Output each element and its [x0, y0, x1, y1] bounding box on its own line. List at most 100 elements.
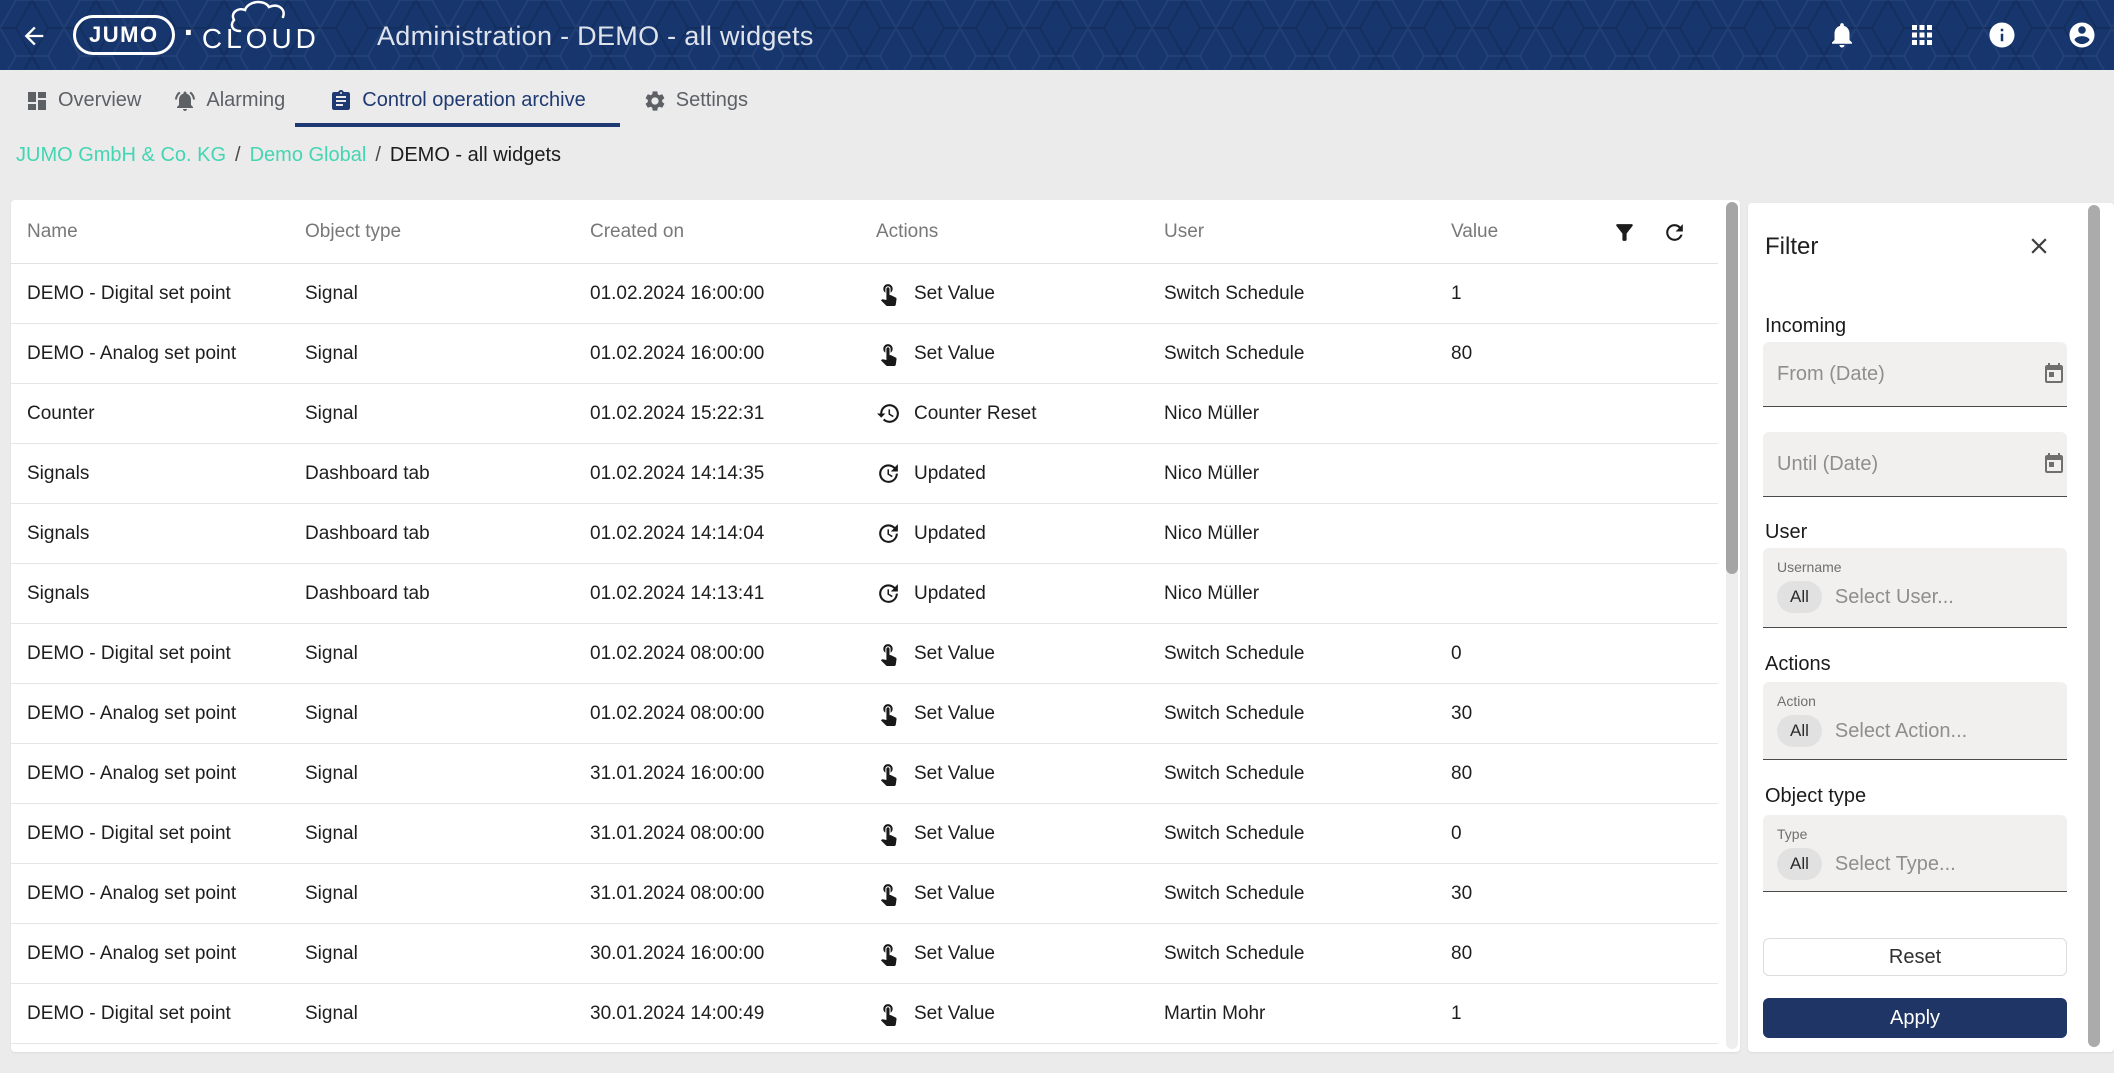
tab-label: Overview — [58, 89, 142, 111]
until-date-input[interactable] — [1777, 452, 2042, 476]
cell-object-type: Dashboard tab — [305, 462, 430, 484]
touch-action-icon — [876, 341, 901, 366]
select-type-input[interactable] — [1834, 852, 2053, 876]
cell-name: Signals — [27, 582, 90, 604]
cell-action: Updated — [876, 461, 1164, 486]
cell-value: 80 — [1451, 762, 1473, 784]
panel-scrollbar-thumb[interactable] — [2088, 205, 2100, 1047]
touch-action-icon — [876, 1001, 901, 1026]
cell-object-type: Signal — [305, 822, 358, 844]
action-label: Set Value — [914, 282, 995, 304]
table-scrollbar-thumb[interactable] — [1726, 202, 1738, 574]
jumo-cloud-logo: JUMO · CLOUD — [73, 0, 320, 70]
breadcrumb-link-company[interactable]: JUMO GmbH & Co. KG — [16, 144, 226, 167]
history-action-icon — [876, 401, 901, 426]
apps-grid-icon[interactable] — [1907, 20, 1937, 50]
back-icon[interactable] — [20, 22, 48, 50]
section-label-actions: Actions — [1765, 653, 1831, 675]
cell-action: Updated — [876, 521, 1164, 546]
breadcrumb: JUMO GmbH & Co. KG / Demo Global / DEMO … — [16, 131, 561, 180]
table-row: Signals Dashboard tab 01.02.2024 14:13:4… — [11, 564, 1718, 624]
clipboard-icon — [329, 89, 353, 113]
cloud-icon — [230, 0, 285, 33]
cell-object-type: Signal — [305, 1002, 358, 1024]
tab-overview[interactable]: Overview — [25, 70, 141, 131]
breadcrumb-separator: / — [235, 144, 241, 166]
cell-created-on: 30.01.2024 14:00:49 — [590, 1002, 765, 1024]
table-row: DEMO - Analog set point Signal 31.01.202… — [11, 864, 1718, 924]
all-chip[interactable]: All — [1777, 715, 1822, 747]
filter-funnel-icon[interactable] — [1612, 220, 1637, 245]
table-row: Counter Signal 01.02.2024 15:22:31 Count… — [11, 384, 1718, 444]
section-label-user: User — [1765, 521, 1808, 543]
username-field[interactable]: Username All — [1763, 548, 2067, 628]
table-row: Signals Dashboard tab 01.02.2024 14:14:3… — [11, 444, 1718, 504]
touch-action-icon — [876, 941, 901, 966]
tab-settings[interactable]: Settings — [643, 70, 748, 131]
reset-button[interactable]: Reset — [1763, 938, 2067, 976]
account-icon[interactable] — [2067, 20, 2097, 50]
cell-value: 80 — [1451, 942, 1473, 964]
cell-created-on: 01.02.2024 16:00:00 — [590, 282, 765, 304]
cell-user: Nico Müller — [1164, 582, 1260, 604]
column-header-user: User — [1164, 220, 1205, 242]
cell-user: Switch Schedule — [1164, 702, 1305, 724]
table-row: DEMO - Analog set point Signal 01.02.202… — [11, 684, 1718, 744]
from-date-input[interactable] — [1777, 362, 2042, 386]
table-scrollbar[interactable] — [1726, 202, 1738, 1049]
cell-created-on: 01.02.2024 15:22:31 — [590, 402, 765, 424]
active-tab-underline — [295, 123, 620, 127]
from-date-field[interactable] — [1763, 342, 2067, 407]
table-row: Signals Dashboard tab 01.02.2024 14:14:0… — [11, 504, 1718, 564]
all-chip[interactable]: All — [1777, 581, 1822, 613]
calendar-icon[interactable] — [2042, 452, 2066, 476]
cell-user: Nico Müller — [1164, 462, 1260, 484]
table-row: DEMO - Digital set point Signal 30.01.20… — [11, 984, 1718, 1044]
cell-action: Set Value — [876, 761, 1164, 786]
breadcrumb-current: DEMO - all widgets — [389, 144, 562, 166]
notifications-icon[interactable] — [1827, 20, 1857, 50]
select-action-input[interactable] — [1834, 719, 2053, 743]
close-icon[interactable] — [2026, 233, 2052, 259]
all-chip[interactable]: All — [1777, 848, 1822, 880]
action-field[interactable]: Action All — [1763, 682, 2067, 760]
cell-value: 0 — [1451, 642, 1462, 664]
cell-created-on: 31.01.2024 08:00:00 — [590, 822, 765, 844]
apply-button[interactable]: Apply — [1763, 998, 2067, 1038]
action-label: Set Value — [914, 762, 995, 784]
cell-action: Set Value — [876, 881, 1164, 906]
cell-user: Switch Schedule — [1164, 342, 1305, 364]
cell-user: Switch Schedule — [1164, 822, 1305, 844]
breadcrumb-link-demo-global[interactable]: Demo Global — [250, 144, 367, 167]
column-header-actions: Actions — [876, 220, 939, 242]
touch-action-icon — [876, 761, 901, 786]
filter-panel: Filter Incoming User Username All Action… — [1748, 203, 2114, 1052]
cell-name: DEMO - Analog set point — [27, 342, 237, 364]
select-user-input[interactable] — [1834, 585, 2053, 609]
calendar-icon[interactable] — [2042, 362, 2066, 386]
cell-created-on: 01.02.2024 08:00:00 — [590, 702, 765, 724]
cell-object-type: Signal — [305, 642, 358, 664]
tab-alarming[interactable]: Alarming — [173, 70, 285, 131]
cell-object-type: Signal — [305, 762, 358, 784]
tab-label: Settings — [675, 89, 749, 111]
refresh-icon[interactable] — [1662, 220, 1687, 245]
cell-name: DEMO - Digital set point — [27, 642, 231, 664]
touch-action-icon — [876, 881, 901, 906]
touch-action-icon — [876, 701, 901, 726]
cell-action: Set Value — [876, 821, 1164, 846]
cell-name: DEMO - Analog set point — [27, 702, 237, 724]
field-label-action: Action — [1777, 693, 1816, 709]
until-date-field[interactable] — [1763, 432, 2067, 497]
logo-separator-dot: · — [183, 13, 195, 52]
info-icon[interactable] — [1987, 20, 2017, 50]
cell-created-on: 01.02.2024 14:14:04 — [590, 522, 765, 544]
tab-control-operation-archive[interactable]: Control operation archive — [295, 70, 620, 131]
type-field[interactable]: Type All — [1763, 815, 2067, 892]
cell-name: DEMO - Analog set point — [27, 942, 237, 964]
jumo-logo-badge: JUMO — [73, 15, 175, 55]
action-label: Set Value — [914, 1002, 995, 1024]
action-label: Updated — [914, 522, 986, 544]
action-label: Set Value — [914, 642, 995, 664]
cell-created-on: 01.02.2024 08:00:00 — [590, 642, 765, 664]
